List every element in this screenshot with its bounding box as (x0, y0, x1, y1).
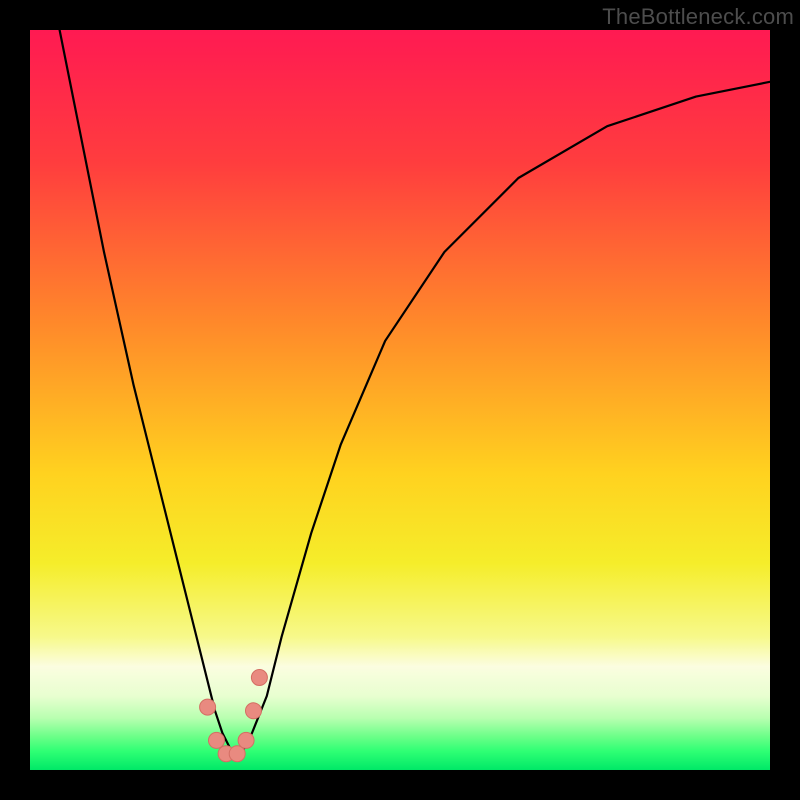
curve-marker (251, 670, 267, 686)
bottleneck-chart (30, 30, 770, 770)
curve-marker (200, 699, 216, 715)
chart-frame (30, 30, 770, 770)
curve-marker (208, 732, 224, 748)
watermark-text: TheBottleneck.com (602, 4, 794, 30)
gradient-background (30, 30, 770, 770)
curve-marker (238, 732, 254, 748)
curve-marker (245, 703, 261, 719)
